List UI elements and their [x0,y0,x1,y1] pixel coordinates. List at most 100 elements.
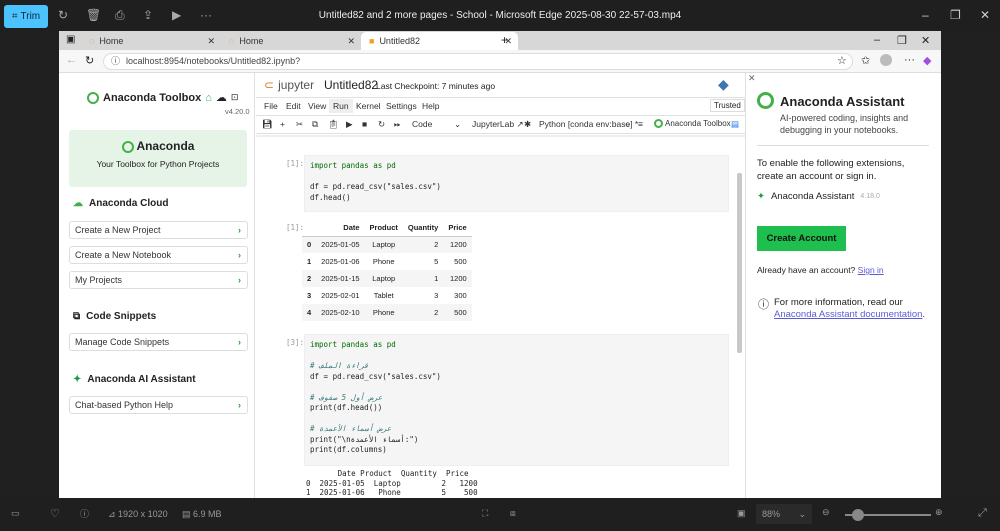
zoom-in-icon[interactable]: ⊕ [935,507,943,518]
tab-home-2[interactable]: ◌ Home ✕ [221,32,361,50]
tab-untitled82[interactable]: ■ Untitled82 ✕ [361,32,518,50]
minimize-icon[interactable]: – [874,34,880,46]
stop-icon[interactable]: ■ [362,119,367,129]
zoom-select[interactable]: 88% ⌄ [756,504,812,524]
code-line: print("\nأسماء الأعمدة:") [310,434,419,444]
code-icon[interactable]: ⊡ [231,92,239,103]
restore-icon[interactable]: ❐ [897,34,907,47]
close-tab-icon[interactable]: ✕ [207,36,215,47]
sign-in-link[interactable]: Sign in [858,265,884,275]
menu-help[interactable]: Help [418,99,443,113]
code-cell-1[interactable]: import pandas as pd df = pd.read_csv("sal… [304,155,729,212]
run-icon[interactable]: ▶ [346,119,353,130]
close-icon[interactable]: ✕ [921,34,930,47]
copilot-icon[interactable]: ◆ [923,54,931,67]
cloud-icon[interactable]: ☁ [216,91,227,104]
fast-forward-icon[interactable]: ⏩︎ [394,119,401,130]
crop-icon[interactable]: ⛶ [482,508,488,519]
extension-item: ✦ Anaconda Assistant 4.18.0 [757,191,880,202]
info-icon: ⓘ [111,56,121,66]
home-icon[interactable]: ⌂ [205,92,212,104]
create-account-button[interactable]: Create Account [757,226,846,251]
table-cell: Phone [372,257,395,266]
back-icon[interactable]: ← [66,54,77,66]
minimize-icon[interactable]: – [922,8,929,22]
zoom-out-icon[interactable]: ⊖ [822,507,830,518]
code-line: # قراءة الملف [310,361,369,370]
save-icon[interactable]: 💾︎ [262,119,273,130]
table-cell: 5 [434,257,439,266]
menu-edit[interactable]: Edit [282,99,305,113]
restart-icon[interactable]: ↻ [378,119,385,130]
cut-icon[interactable]: ✂ [296,119,303,130]
code-cell-3[interactable]: import pandas as pd # قراءة الملف df = pd.… [304,334,729,466]
add-cell-icon[interactable]: + [280,119,285,129]
kernel-name[interactable]: Python [conda env:base] * [539,119,638,129]
chevron-right-icon: › [238,250,241,260]
menu-settings[interactable]: Settings [382,99,421,113]
menu-view[interactable]: View [304,99,330,113]
paste-icon[interactable]: 📋︎ [328,119,339,130]
chevron-down-icon: ⌄ [798,509,806,519]
code-line: # عرض أول 5 صفوف [310,392,383,402]
anaconda-logo-icon [87,91,99,104]
favorite-icon[interactable]: ♡ [50,507,60,520]
scrollbar[interactable] [737,173,742,353]
jupyterlab-link[interactable]: JupyterLab ↗ [472,119,524,130]
more-icon[interactable]: ··· [904,54,915,66]
table-cell: Laptop [364,270,403,287]
tab-strip: ▣ ◌ Home ✕ ◌ Home ✕ ■ Untitled82 ✕ + – ❐ ✕ [59,31,941,50]
menu-icon[interactable]: ≡ [638,119,643,129]
table-cell: 2 [402,236,444,253]
fullscreen-icon[interactable]: ⤢ [978,507,987,520]
fit-icon[interactable]: ⧈ [510,508,516,519]
cell-type-select[interactable]: Code ⌄ [412,119,462,129]
profile-avatar[interactable] [880,54,892,66]
table-cell: Laptop [364,236,403,253]
manage-snippets-button[interactable]: Manage Code Snippets › [69,333,248,351]
sparkle-icon: ✦ [73,374,82,385]
chat-help-button[interactable]: Chat-based Python Help › [69,396,248,414]
column-header: Quantity [402,219,444,237]
anaconda-logo-icon [757,92,774,109]
menu-run[interactable]: Run [329,99,353,113]
trusted-badge[interactable]: Trusted [710,99,745,112]
jupyter-logo[interactable]: ⊂ jupyter [264,78,314,92]
row-index: 0 [302,236,317,253]
refresh-icon[interactable]: ↻ [85,54,94,67]
code-line: print(df.columns) [310,445,387,454]
close-icon[interactable]: ✕ [980,8,990,22]
notebook-tab-icon: ■ [369,36,375,46]
tab-home-1[interactable]: ◌ Home ✕ [81,32,221,50]
restore-icon[interactable]: ❐ [950,8,961,22]
favorites-icon[interactable]: ✩ [861,54,870,67]
code-line: df.head() [310,192,351,202]
zoom-slider[interactable] [845,509,931,521]
dataframe-output: Date Product Quantity Price 0 2025-01-05 Lapto… [302,219,472,321]
favorite-icon[interactable]: ☆ [837,54,847,67]
debugger-icon[interactable]: ✱ [524,119,531,130]
table-cell: 2025-01-06 [321,257,360,266]
screenshot-icon[interactable]: ▣ [737,508,746,519]
player-bottom-bar: ▭ ♡ ⓘ ⊿ 1920 x 1020 ▤ 6.9 MB ⛶ ⧈ ▣ 88% ⌄… [0,498,1000,531]
property-inspector-icon[interactable]: ▤ [731,119,739,130]
table-row: 2 2025-01-15 Laptop 1 1200 [302,270,472,287]
info-icon[interactable]: ⓘ [80,507,89,520]
create-project-button[interactable]: Create a New Project › [69,221,248,239]
anaconda-logo-icon [654,119,663,128]
copy-icon[interactable]: ⧉ [312,119,318,130]
create-notebook-button[interactable]: Create a New Notebook › [69,246,248,264]
my-projects-button[interactable]: My Projects › [69,271,248,289]
documentation-link[interactable]: Anaconda Assistant documentation [774,309,922,320]
close-tab-icon[interactable]: ✕ [347,36,355,47]
url-input[interactable]: ⓘ localhost:8954/notebooks/Untitled82.ipy… [103,53,853,70]
filmstrip-icon[interactable]: ▭ [11,508,20,519]
close-panel-icon[interactable]: ✕ [748,73,756,84]
anaconda-toolbox-button[interactable]: Anaconda Toolbox [654,119,731,128]
tab-actions-icon[interactable]: ▣ [66,34,75,45]
new-tab-icon[interactable]: + [501,33,508,47]
menu-kernel[interactable]: Kernel [352,99,385,113]
zoom-slider-thumb[interactable] [852,509,864,521]
notebook-name[interactable]: Untitled82 [324,78,378,92]
menu-file[interactable]: File [260,99,282,113]
